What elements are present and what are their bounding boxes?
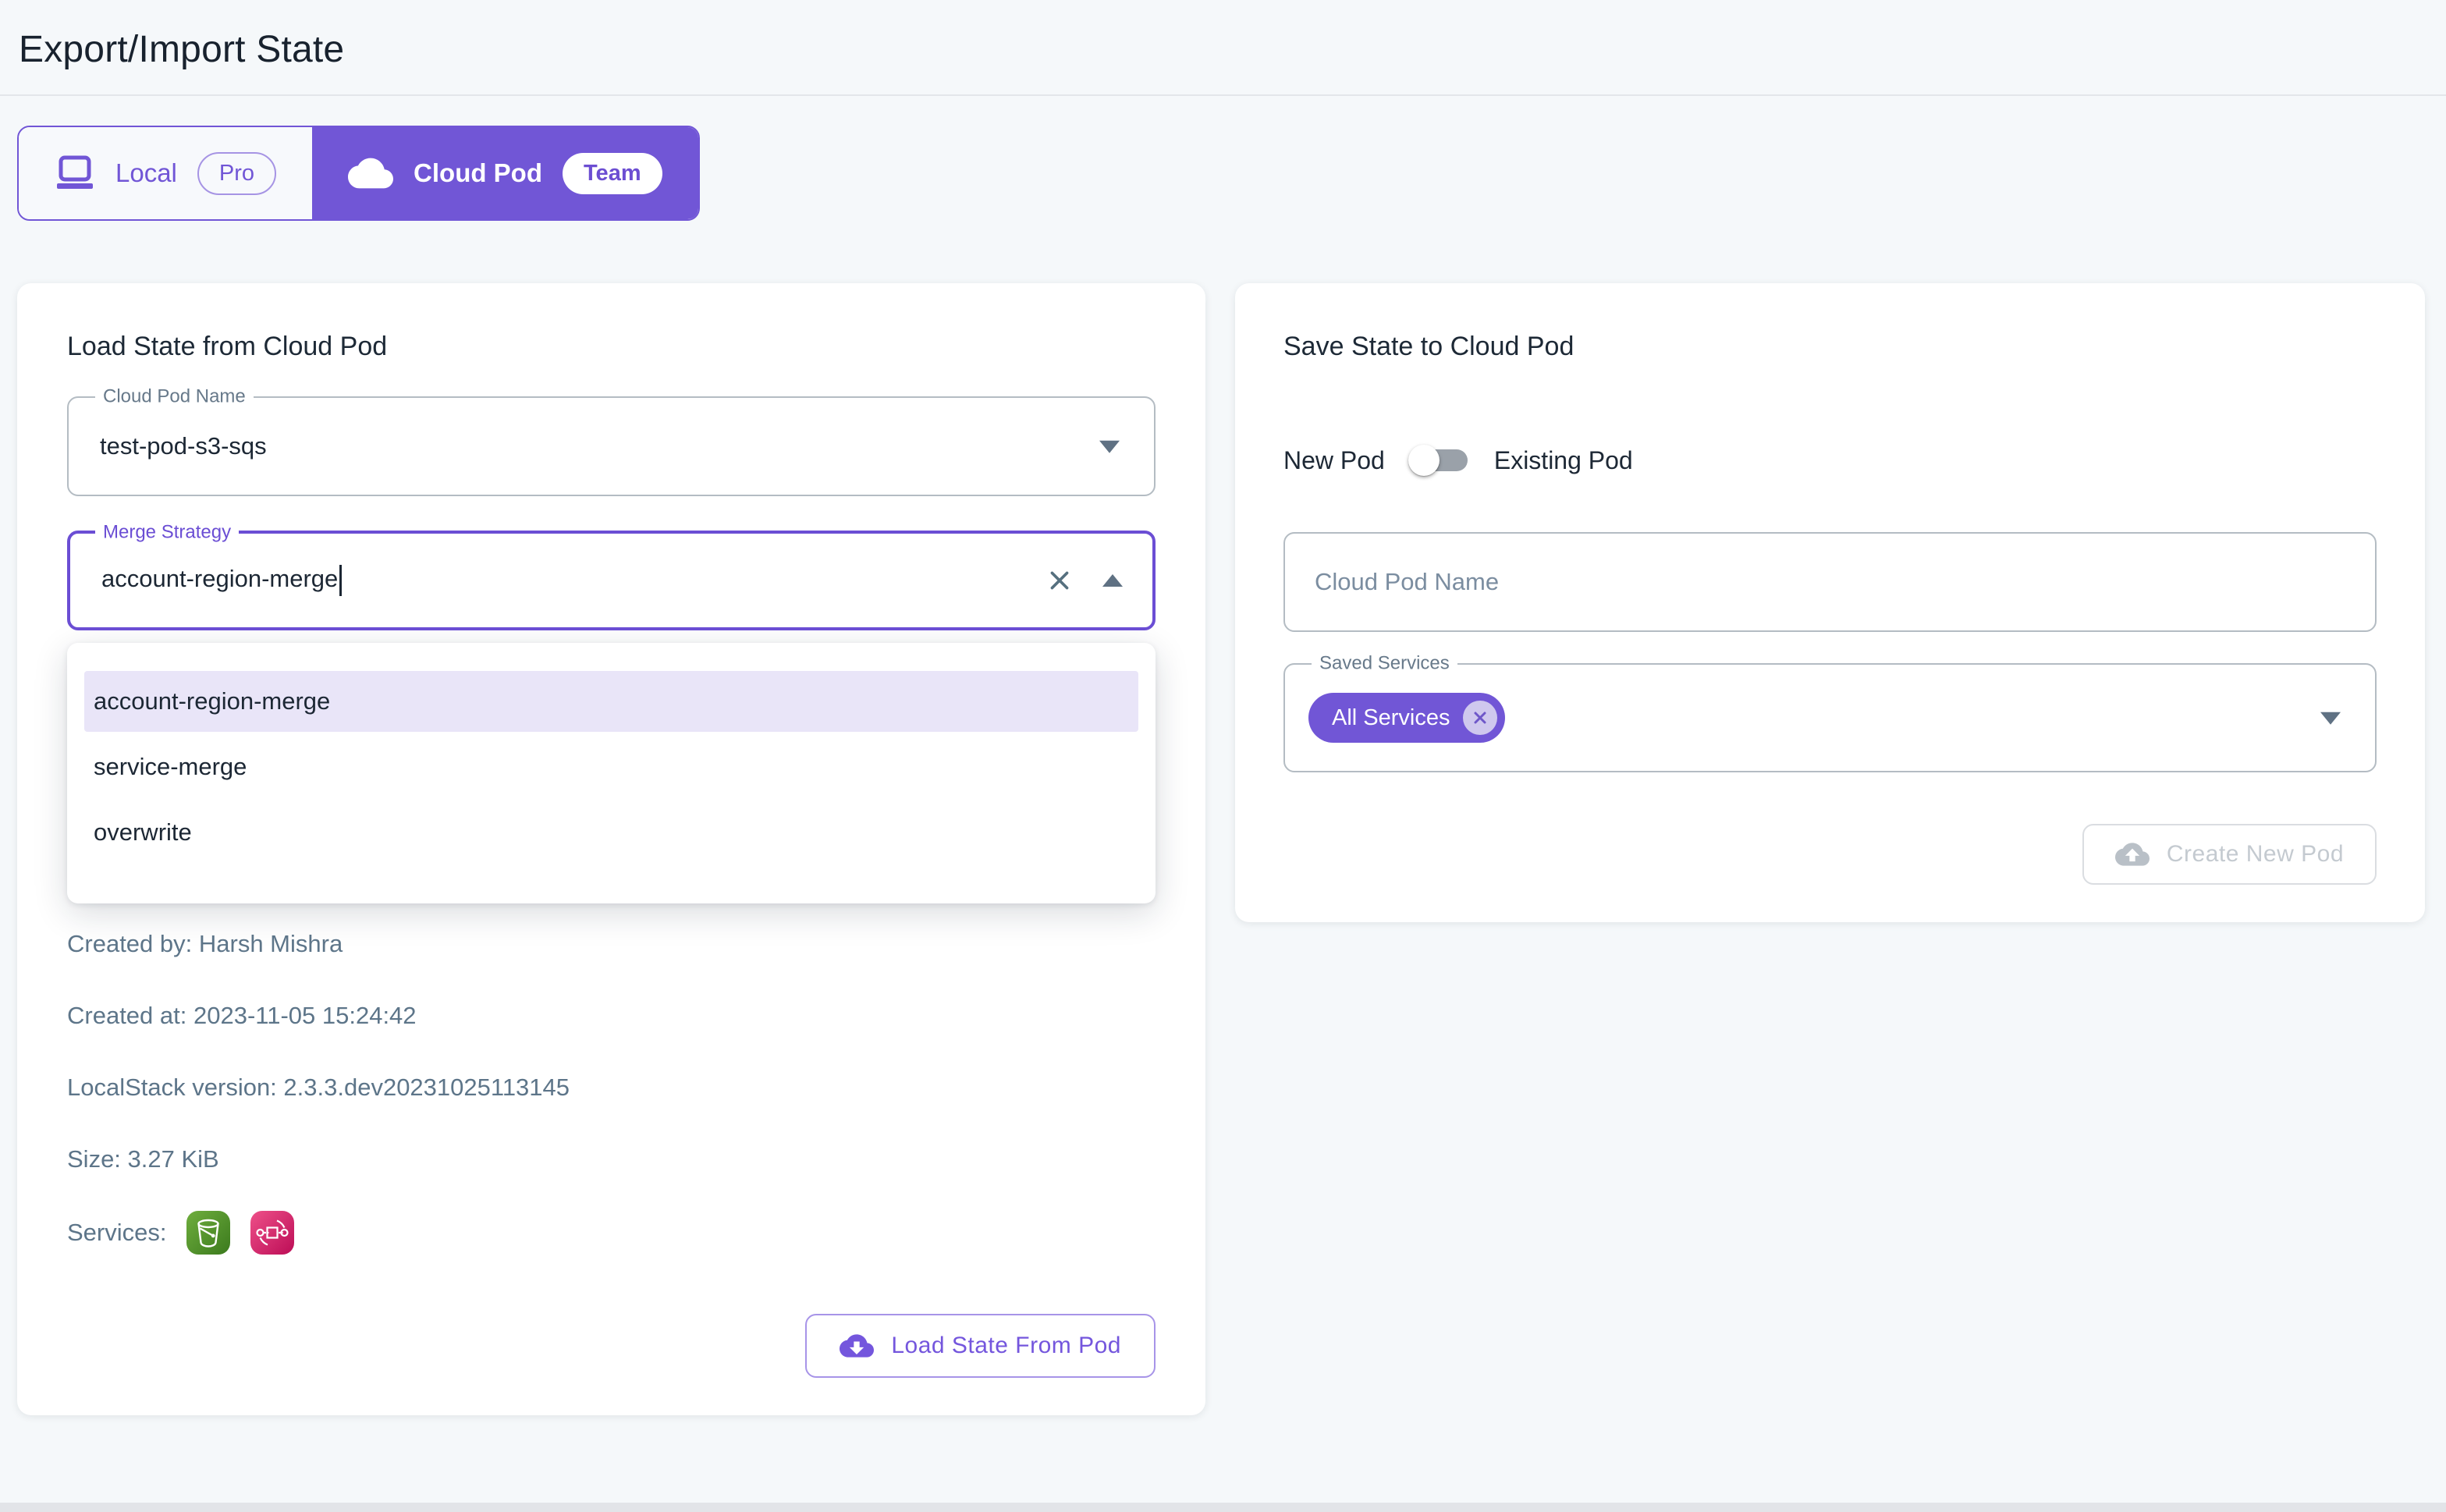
save-card-title: Save State to Cloud Pod [1283,332,2377,362]
load-state-button-label: Load State From Pod [891,1333,1121,1359]
create-new-pod-button-label: Create New Pod [2167,841,2344,868]
load-state-button[interactable]: Load State From Pod [805,1314,1156,1378]
mode-tab-group: Local Pro Cloud Pod Team [17,126,700,221]
existing-pod-label: Existing Pod [1494,446,1633,475]
horizontal-scrollbar-track [0,1503,2446,1512]
chevron-down-icon [1099,441,1120,453]
cloud-pod-name-select-label: Cloud Pod Name [95,386,254,406]
created-by-text: Created by: Harsh Mishra [67,928,1156,960]
all-services-chip: All Services [1308,693,1505,743]
circle-close-icon[interactable] [1463,701,1497,735]
menu-option-account-region-merge[interactable]: account-region-merge [84,671,1138,732]
menu-option-service-merge[interactable]: service-merge [84,736,1138,797]
menu-option-overwrite[interactable]: overwrite [84,802,1138,863]
merge-strategy-input[interactable]: Merge Strategy account-region-merge [67,531,1156,630]
close-icon[interactable] [1046,567,1073,594]
saved-services-label: Saved Services [1312,653,1457,673]
cloud-download-icon [840,1333,874,1359]
switch-thumb [1408,445,1440,476]
chevron-down-icon [2320,712,2341,725]
text-cursor [339,565,342,596]
pro-badge: Pro [197,152,276,195]
services-row: Services: [67,1211,1156,1255]
page-header: Export/Import State [0,0,2446,96]
cloud-upload-icon [2115,841,2150,868]
cloud-pod-name-input[interactable] [1283,532,2377,632]
all-services-chip-label: All Services [1332,705,1450,731]
localstack-version-text: LocalStack version: 2.3.3.dev20231025113… [67,1072,1156,1103]
tab-local[interactable]: Local Pro [19,127,312,219]
saved-services-select[interactable]: Saved Services All Services [1283,663,2377,772]
cloud-pod-name-select[interactable]: Cloud Pod Name test-pod-s3-sqs [67,396,1156,496]
cloud-icon [348,157,393,190]
page-title: Export/Import State [19,28,2427,71]
merge-strategy-label: Merge Strategy [95,522,239,542]
chevron-up-icon[interactable] [1102,574,1123,587]
merge-strategy-menu: account-region-merge service-merge overw… [67,643,1156,903]
save-state-card: Save State to Cloud Pod New Pod Existing… [1235,283,2425,922]
tab-cloud-pod[interactable]: Cloud Pod Team [312,127,698,219]
created-at-text: Created at: 2023-11-05 15:24:42 [67,1000,1156,1031]
pod-mode-row: New Pod Existing Pod [1283,443,2377,477]
tab-cloud-pod-label: Cloud Pod [414,158,542,188]
size-text: Size: 3.27 KiB [67,1144,1156,1175]
laptop-icon [55,154,95,192]
merge-strategy-value: account-region-merge [70,565,342,596]
team-badge: Team [563,153,662,194]
mode-tabs: Local Pro Cloud Pod Team [17,126,2427,221]
s3-service-icon [186,1211,230,1255]
new-pod-label: New Pod [1283,446,1385,475]
tab-local-label: Local [115,158,177,188]
load-state-card: Load State from Cloud Pod Cloud Pod Name… [17,283,1205,1415]
create-new-pod-button[interactable]: Create New Pod [2082,824,2377,885]
cloud-pod-name-select-value: test-pod-s3-sqs [69,432,267,460]
load-card-title: Load State from Cloud Pod [67,332,1156,362]
sqs-service-icon [250,1211,294,1255]
services-label: Services: [67,1219,166,1247]
pod-mode-switch[interactable] [1408,443,1471,477]
pod-metadata: Created by: Harsh Mishra Created at: 202… [67,928,1156,1255]
